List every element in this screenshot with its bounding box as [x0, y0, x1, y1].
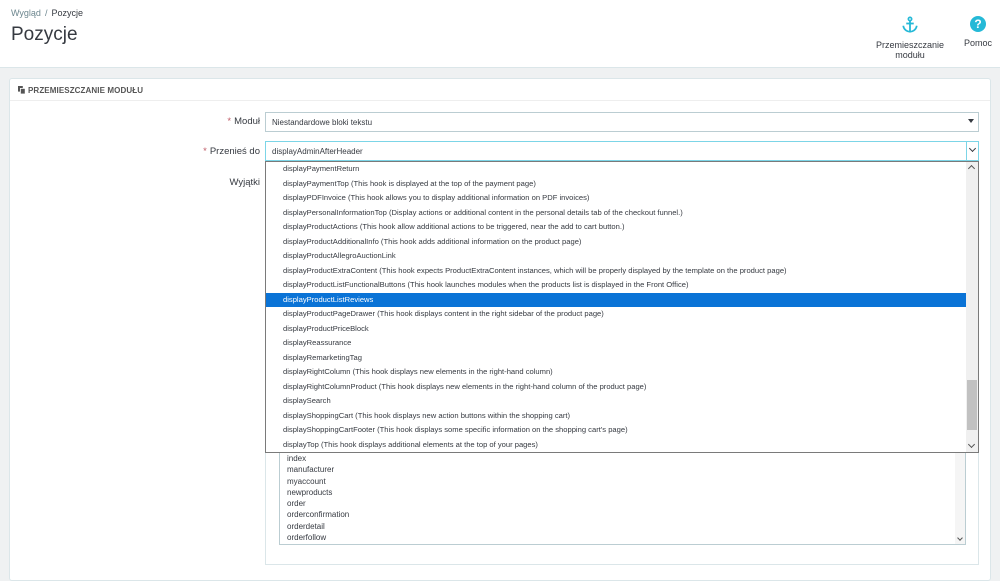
exception-option[interactable]: orderdetail — [280, 521, 349, 532]
anchor-icon — [902, 16, 918, 33]
exceptions-label-text: Wyjątki — [229, 177, 260, 188]
chevron-down-icon — [968, 119, 974, 123]
scrollbar-thumb[interactable] — [967, 380, 977, 430]
exception-option[interactable]: orderfollow — [280, 532, 349, 543]
hook-option[interactable]: displayRemarketingTag — [266, 351, 966, 366]
scroll-down-icon[interactable] — [967, 440, 976, 449]
move-module-button[interactable]: Przemieszczanie modułu — [864, 16, 956, 60]
hook-option[interactable]: displayProductListFunctionalButtons (Thi… — [266, 278, 966, 293]
hook-option[interactable]: displayProductPageDrawer (This hook disp… — [266, 307, 966, 322]
page-header: Wygląd / Pozycje Pozycje Przemieszczanie m… — [0, 0, 1000, 68]
exception-option[interactable]: order — [280, 498, 349, 509]
exceptions-listbox[interactable]: index manufacturer myaccount newproducts ord… — [279, 453, 966, 545]
hook-option[interactable]: displayRightColumnProduct (This hook dis… — [266, 380, 966, 395]
chevron-down-icon[interactable] — [966, 142, 978, 160]
help-button[interactable]: ? Pomoc — [964, 16, 992, 48]
module-select[interactable]: Niestandardowe bloki tekstu — [265, 112, 979, 132]
hook-option[interactable]: displayProductAllegroAuctionLink — [266, 249, 966, 264]
hook-options-list: displayPaymentReturn displayPaymentTop (T… — [266, 162, 966, 452]
hook-option[interactable]: displayProductPriceBlock — [266, 322, 966, 337]
module-label: * Moduł — [150, 116, 260, 127]
exception-option[interactable]: index — [280, 453, 349, 464]
scroll-up-icon[interactable] — [967, 164, 976, 173]
hook-option[interactable]: displayPersonalInformationTop (Display a… — [266, 206, 966, 221]
breadcrumb-current: Pozycje — [51, 8, 83, 18]
hook-option[interactable]: displayRightColumn (This hook displays n… — [266, 365, 966, 380]
hook-label-text: Przenieś do — [209, 146, 260, 157]
module-label-text: Moduł — [234, 116, 260, 127]
hook-option[interactable]: displayPDFInvoice (This hook allows you … — [266, 191, 966, 206]
hook-option[interactable]: displayShoppingCartFooter (This hook dis… — [266, 423, 966, 438]
help-label: Pomoc — [964, 38, 993, 48]
hook-select-value: displayAdminAfterHeader — [272, 147, 363, 156]
page-title: Pozycje — [11, 24, 78, 45]
hook-option[interactable]: displayProductListReviews — [266, 292, 966, 307]
exceptions-list: index manufacturer myaccount newproducts ord… — [280, 453, 349, 543]
hook-option[interactable]: displayPaymentTop (This hook is displaye… — [266, 177, 966, 192]
move-module-label: Przemieszczanie modułu — [875, 40, 945, 60]
hook-option[interactable]: displayProductExtraContent (This hook ex… — [266, 264, 966, 279]
hook-dropdown-scrollbar[interactable] — [966, 162, 978, 452]
hook-label: * Przenieś do — [150, 146, 260, 157]
breadcrumb-separator: / — [44, 8, 48, 18]
panel-heading: PRZEMIESZCZANIE MODUŁU — [10, 79, 990, 101]
hook-dropdown[interactable]: displayPaymentReturn displayPaymentTop (T… — [265, 161, 979, 453]
scroll-down-icon[interactable] — [957, 535, 963, 541]
hook-option[interactable]: displayProductActions (This hook allow a… — [266, 220, 966, 235]
required-mark: * — [203, 146, 207, 157]
hook-option[interactable]: displayShoppingCart (This hook displays … — [266, 409, 966, 424]
hook-option[interactable]: displayPaymentReturn — [266, 162, 966, 177]
panel-heading-text: PRZEMIESZCZANIE MODUŁU — [28, 86, 144, 95]
hook-option[interactable]: displayReassurance — [266, 336, 966, 351]
exceptions-scrollbar[interactable] — [955, 453, 965, 544]
exceptions-label: Wyjątki — [150, 177, 260, 188]
help-icon: ? — [970, 16, 986, 32]
hook-option[interactable]: displayProductAdditionalInfo (This hook … — [266, 235, 966, 250]
exception-option[interactable]: orderconfirmation — [280, 509, 349, 520]
hook-select[interactable]: displayAdminAfterHeader — [265, 141, 979, 161]
exception-option[interactable]: myaccount — [280, 476, 349, 487]
exception-option[interactable]: newproducts — [280, 487, 349, 498]
exception-option[interactable]: manufacturer — [280, 464, 349, 475]
module-select-value: Niestandardowe bloki tekstu — [272, 118, 373, 127]
breadcrumb: Wygląd / Pozycje — [11, 8, 83, 18]
hook-option[interactable]: displayTop (This hook displays additiona… — [266, 438, 966, 453]
copy-icon — [18, 86, 26, 94]
required-mark: * — [227, 116, 232, 127]
breadcrumb-parent[interactable]: Wygląd — [11, 8, 41, 18]
hook-option[interactable]: displaySearch — [266, 394, 966, 409]
